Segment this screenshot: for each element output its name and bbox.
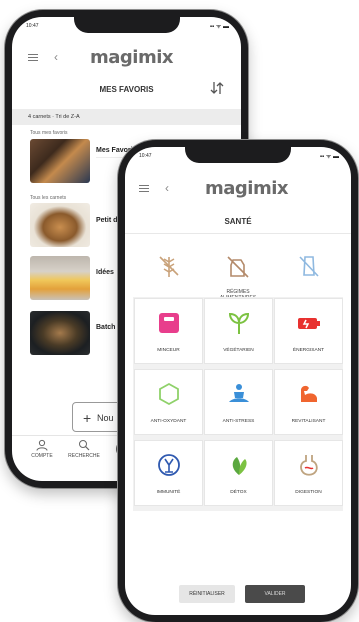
leaves-icon [232,457,247,475]
phone-notch [185,147,291,163]
plus-icon: + [83,410,92,426]
section-all-notebooks: Tous les carnets [30,195,67,201]
recipe-thumbnail[interactable] [30,203,90,247]
no-lactose-icon[interactable] [225,253,251,279]
meditation-icon [229,384,249,402]
sprout-icon [228,312,250,334]
digestion-icon [300,455,318,476]
brand-logo: magimix [205,178,289,199]
brand-logo: magimix [90,47,174,68]
recipe-thumbnail[interactable] [30,256,90,300]
search-icon[interactable] [78,439,90,451]
status-icons: ▪▪ ᯤ ▬ [319,154,339,160]
reset-button[interactable]: RÉINITIALISER [179,585,235,603]
tile-vegetarien[interactable]: VÉGÉTARIEN [204,298,273,364]
add-notebook-label: Nou [97,413,114,423]
tab-search[interactable]: RECHERCHE [66,453,102,459]
back-icon[interactable]: ‹ [165,182,169,194]
tile-immunite[interactable]: IMMUNITÉ [134,440,203,506]
tile-label: DIGESTION [295,490,322,495]
tile-revitalisant[interactable]: REVITALISANT [274,369,343,435]
tab-account[interactable]: COMPTE [24,453,60,459]
tile-minceur[interactable]: MINCEUR [134,298,203,364]
tile-anti-stress[interactable]: ANTI-STRESS [204,369,273,435]
menu-icon[interactable] [139,185,149,193]
battery-icon [298,318,320,329]
account-icon[interactable] [36,439,48,451]
tile-detox[interactable]: DÉTOX [204,440,273,506]
scale-icon [159,313,179,333]
tile-label: DÉTOX [230,490,247,495]
filter-bar[interactable]: 4 carnets · Tri de Z-A [12,109,241,125]
list-item-label[interactable]: Batch [96,324,115,331]
section-all-favorites: Tous mes favoris [30,130,68,136]
status-icons: ▪▪ ᯤ ▬ [209,24,229,30]
page-title: MES FAVORIS [99,85,154,94]
tile-energisant[interactable]: ÉNERGISANT [274,298,343,364]
menu-icon[interactable] [28,54,38,62]
phone-health: 10:47 ▪▪ ᯤ ▬ ‹ magimix SANTÉ RÉGIMES ALI… [118,140,358,622]
health-screen: 10:47 ▪▪ ᯤ ▬ ‹ magimix SANTÉ RÉGIMES ALI… [125,147,351,615]
hexagon-icon [159,382,179,406]
status-time: 10:47 [26,23,39,29]
phone-notch [74,17,180,33]
tile-label: IMMUNITÉ [156,490,181,495]
tile-label: ANTI-STRESS [222,419,255,424]
recipe-thumbnail[interactable] [30,311,90,355]
tile-label: ANTI-OXYDANT [150,419,187,424]
page-title: SANTÉ [224,217,252,226]
tile-label: MINCEUR [157,348,180,353]
tile-digestion[interactable]: DIGESTION [274,440,343,506]
status-time: 10:47 [139,153,152,159]
no-sugar-icon[interactable] [296,253,322,279]
tile-label: REVITALISANT [291,419,326,424]
list-item-label[interactable]: Idées [96,269,114,276]
immunity-icon [158,454,180,476]
sort-icon[interactable] [210,80,224,96]
validate-button[interactable]: VALIDER [245,585,305,603]
tile-label: VÉGÉTARIEN [223,348,254,353]
tile-anti-oxydant[interactable]: ANTI-OXYDANT [134,369,203,435]
recipe-thumbnail[interactable] [30,139,90,183]
back-icon[interactable]: ‹ [54,51,58,63]
list-item-label[interactable]: Petit d [96,217,117,224]
tile-label: ÉNERGISANT [292,348,325,353]
muscle-icon [301,385,317,402]
no-gluten-icon[interactable] [156,253,182,279]
divider [125,233,351,234]
